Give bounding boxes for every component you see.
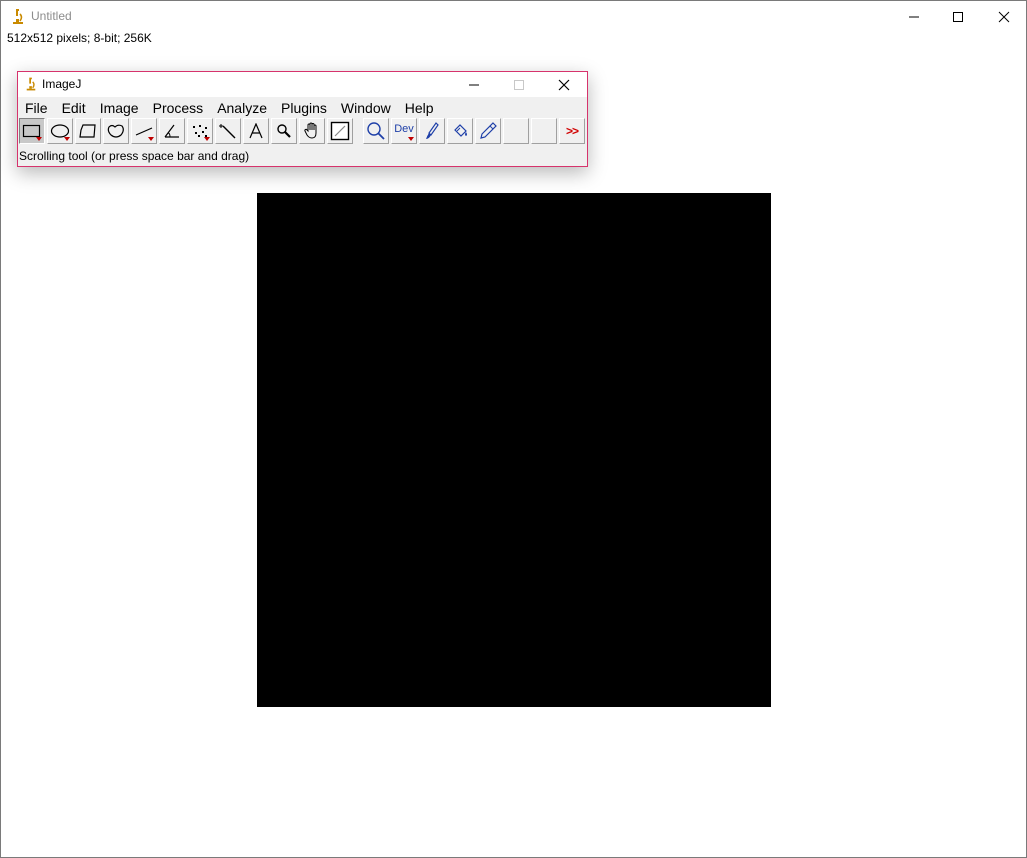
- microscope-icon: [13, 9, 23, 24]
- close-button[interactable]: [981, 1, 1027, 32]
- image-window-titlebar[interactable]: Untitled: [1, 1, 1026, 32]
- imagej-minimize-button[interactable]: [451, 72, 497, 97]
- empty-tool-1[interactable]: [503, 118, 529, 144]
- wand-icon: [219, 124, 236, 139]
- wand-tool[interactable]: [215, 118, 241, 144]
- flood-fill-icon: [454, 124, 467, 137]
- text-tool[interactable]: [243, 118, 269, 144]
- toolbar: Dev >>: [19, 118, 587, 146]
- color-picker-icon: [330, 121, 350, 141]
- minimize-icon: [909, 16, 919, 17]
- maximize-icon: [953, 11, 963, 22]
- imagej-close-button[interactable]: [541, 72, 587, 97]
- freehand-tool[interactable]: [103, 118, 129, 144]
- menu-process[interactable]: Process: [146, 98, 211, 118]
- angle-icon: [164, 124, 179, 138]
- more-tools-button[interactable]: >>: [559, 118, 585, 144]
- menu-window[interactable]: Window: [334, 98, 398, 118]
- imagej-window: ImageJ File Edit Image Process Analyze P…: [17, 71, 588, 167]
- menu-analyze[interactable]: Analyze: [210, 98, 274, 118]
- dev-label: Dev: [394, 123, 414, 135]
- polygon-icon: [79, 124, 96, 138]
- zoom-tool[interactable]: [363, 118, 389, 144]
- empty-tool-2[interactable]: [531, 118, 557, 144]
- imagej-maximize-button: [496, 72, 542, 97]
- brush-icon: [426, 122, 439, 139]
- magnifying-tool[interactable]: [271, 118, 297, 144]
- menu-arrow-icon: [408, 137, 414, 141]
- line-tool[interactable]: [131, 118, 157, 144]
- text-icon: [249, 123, 263, 139]
- double-chevron-right-icon: >>: [565, 124, 579, 138]
- angle-tool[interactable]: [159, 118, 185, 144]
- close-icon: [998, 11, 1010, 22]
- menu-plugins[interactable]: Plugins: [274, 98, 334, 118]
- menu-file[interactable]: File: [18, 98, 55, 118]
- oval-tool[interactable]: [47, 118, 73, 144]
- maximize-icon: [514, 79, 524, 90]
- flood-fill-tool[interactable]: [447, 118, 473, 144]
- rectangle-tool[interactable]: [19, 118, 45, 144]
- maximize-button[interactable]: [935, 1, 981, 32]
- menu-image[interactable]: Image: [93, 98, 146, 118]
- point-tool[interactable]: [187, 118, 213, 144]
- image-canvas[interactable]: [257, 193, 771, 707]
- close-icon: [558, 79, 570, 90]
- minimize-icon: [469, 84, 479, 85]
- scrolling-tool[interactable]: [299, 118, 325, 144]
- color-picker-tool[interactable]: [327, 118, 353, 144]
- microscope-icon: [26, 77, 36, 91]
- menu-arrow-icon: [148, 137, 154, 141]
- freehand-icon: [107, 124, 124, 138]
- menu-bar: File Edit Image Process Analyze Plugins …: [18, 97, 587, 118]
- minimize-button[interactable]: [891, 1, 937, 32]
- menu-arrow-icon: [204, 137, 210, 141]
- zoom-icon: [367, 122, 385, 140]
- polygon-tool[interactable]: [75, 118, 101, 144]
- pencil-icon: [480, 122, 497, 139]
- menu-arrow-icon: [36, 137, 42, 141]
- menu-help[interactable]: Help: [398, 98, 441, 118]
- hand-icon: [304, 122, 317, 139]
- dev-tool[interactable]: Dev: [391, 118, 417, 144]
- pencil-tool[interactable]: [475, 118, 501, 144]
- menu-edit[interactable]: Edit: [55, 98, 93, 118]
- imagej-titlebar[interactable]: ImageJ: [18, 72, 587, 97]
- image-window-title: Untitled: [31, 9, 72, 23]
- imagej-title: ImageJ: [42, 77, 82, 91]
- menu-arrow-icon: [64, 137, 70, 141]
- brush-tool[interactable]: [419, 118, 445, 144]
- status-bar: Scrolling tool (or press space bar and d…: [19, 149, 250, 163]
- magnifier-icon: [277, 124, 291, 138]
- image-info: 512x512 pixels; 8-bit; 256K: [7, 31, 152, 45]
